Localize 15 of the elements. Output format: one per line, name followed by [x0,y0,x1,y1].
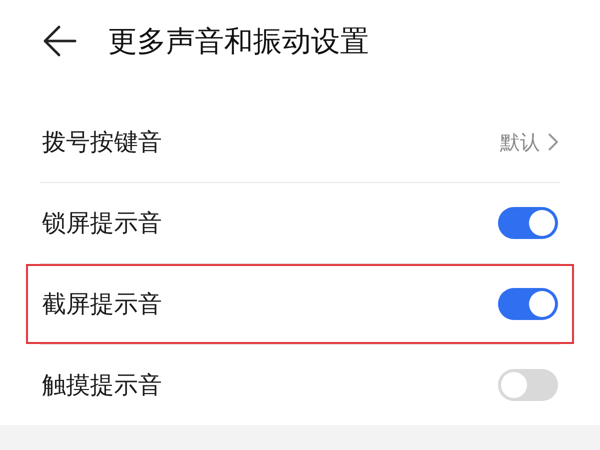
page-title: 更多声音和振动设置 [108,22,369,60]
setting-row[interactable]: 触摸提示音 [26,345,574,426]
setting-row[interactable]: 锁屏提示音 [26,183,574,264]
setting-row[interactable]: 拨号按键音 默认 [26,102,574,182]
setting-label: 拨号按键音 [42,127,163,158]
back-button[interactable] [42,23,78,60]
setting-value: 默认 [500,129,540,156]
setting-label: 锁屏提示音 [42,208,163,240]
setting-label: 截屏提示音 [42,289,163,320]
setting-label: 触摸提示音 [42,370,163,402]
chevron-icon [548,132,558,152]
toggle-switch[interactable] [498,207,558,240]
back-arrow-icon [43,25,77,58]
toggle-switch[interactable] [498,288,558,320]
toggle-switch[interactable] [498,369,558,402]
